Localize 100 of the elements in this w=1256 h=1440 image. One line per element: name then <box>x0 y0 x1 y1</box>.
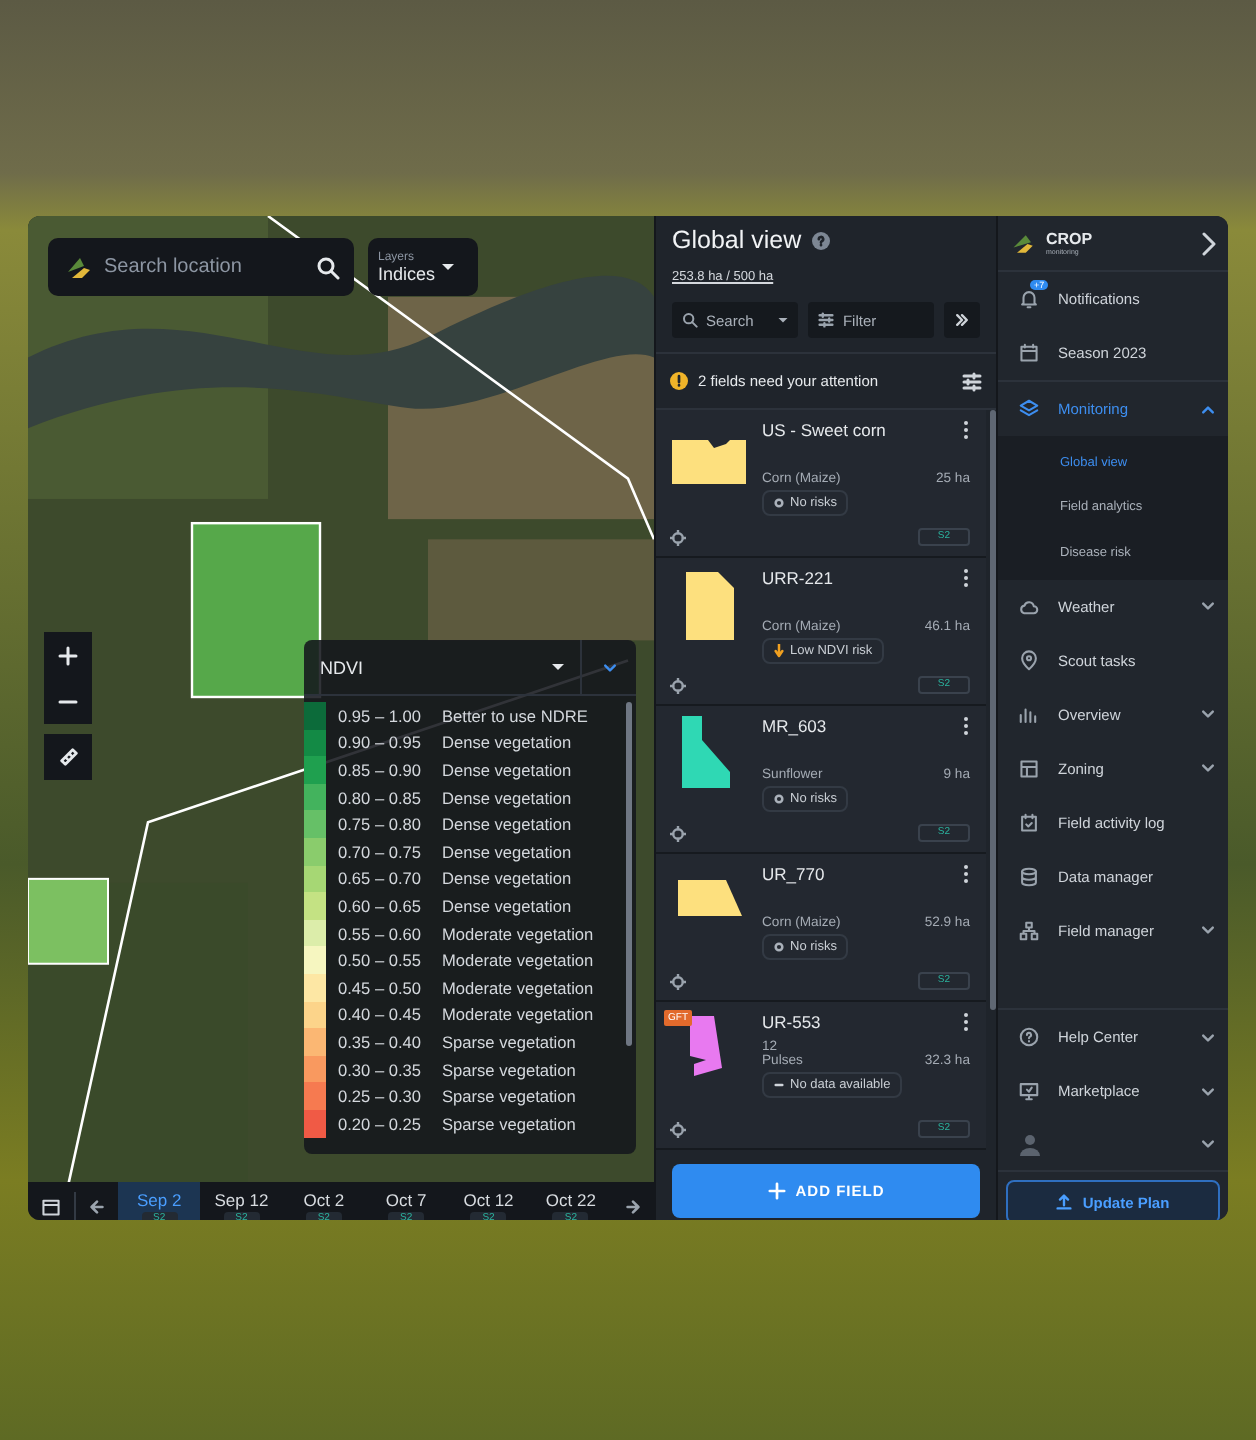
monitor-icon <box>1018 1080 1040 1102</box>
more-icon[interactable] <box>962 1012 970 1032</box>
caret-icon <box>441 263 454 271</box>
range-label: 0.60 – 0.65 <box>338 895 424 916</box>
logo-text: CROP <box>1046 231 1095 247</box>
crosshair-icon[interactable] <box>670 529 686 545</box>
chevron-right-icon[interactable] <box>1200 231 1216 255</box>
chevron-icon[interactable] <box>1200 706 1216 722</box>
warning-icon <box>670 372 688 390</box>
circle-icon <box>774 942 784 952</box>
range-label: 0.40 – 0.45 <box>338 1004 424 1025</box>
zoom-out-button[interactable] <box>44 678 92 724</box>
dash-icon <box>774 1080 784 1090</box>
calendar-check-icon <box>1018 811 1040 833</box>
range-label: 0.75 – 0.80 <box>338 814 424 835</box>
chevron-icon[interactable] <box>1200 1136 1216 1152</box>
class-label: Sparse vegetation <box>442 1113 576 1134</box>
collapse-button[interactable] <box>944 302 980 338</box>
class-label: Moderate vegetation <box>442 923 594 944</box>
range-label: 0.95 – 1.00 <box>338 705 424 726</box>
help-icon <box>1018 1026 1040 1048</box>
scrollbar[interactable] <box>990 410 996 1010</box>
database-icon <box>1018 865 1040 887</box>
class-label: Sparse vegetation <box>442 1086 576 1107</box>
bell-icon <box>1018 288 1040 310</box>
class-label: Dense vegetation <box>442 814 572 835</box>
class-label: Dense vegetation <box>442 841 572 862</box>
sliders-icon[interactable] <box>962 371 982 391</box>
arrow-left-icon <box>87 1198 106 1216</box>
double-chevron-icon <box>954 312 970 328</box>
chevron-icon[interactable] <box>1200 598 1216 614</box>
search-icon <box>682 312 698 328</box>
bar-chart-icon <box>1018 703 1040 725</box>
range-label: 0.30 – 0.35 <box>338 1059 424 1080</box>
class-label: Dense vegetation <box>442 895 572 916</box>
class-label: Moderate vegetation <box>442 950 594 971</box>
caret-icon <box>778 317 789 323</box>
calendar-icon <box>1018 342 1040 364</box>
range-label: 0.80 – 0.85 <box>338 787 424 808</box>
range-label: 0.55 – 0.60 <box>338 923 424 944</box>
caret-icon <box>552 663 564 671</box>
chevron-icon[interactable] <box>1200 1029 1216 1045</box>
class-label: Dense vegetation <box>442 868 572 889</box>
chevron-icon[interactable] <box>1200 1083 1216 1099</box>
avatar-icon[interactable] <box>1018 1132 1042 1156</box>
search-bar[interactable]: Search location <box>48 238 354 296</box>
circle-icon <box>774 794 784 804</box>
calendar-icon <box>40 1196 62 1218</box>
crosshair-icon[interactable] <box>670 677 686 693</box>
sliders-icon <box>818 312 835 328</box>
range-label: 0.50 – 0.55 <box>338 950 424 971</box>
hierarchy-icon <box>1018 919 1040 941</box>
field-name: UR-553 <box>762 1012 821 1032</box>
location-pin-icon <box>1018 649 1040 671</box>
help-icon[interactable] <box>811 231 830 249</box>
ruler-icon <box>57 746 79 768</box>
more-icon[interactable] <box>962 864 970 884</box>
crosshair-icon[interactable] <box>670 973 686 989</box>
field-name: UR_770 <box>762 864 825 884</box>
plus-icon <box>767 1182 786 1200</box>
class-label: Moderate vegetation <box>442 1004 594 1025</box>
range-label: 0.45 – 0.50 <box>338 977 424 998</box>
range-label: 0.85 – 0.90 <box>338 759 424 780</box>
crosshair-icon[interactable] <box>670 1121 686 1137</box>
chevron-icon[interactable] <box>601 659 617 675</box>
crosshair-icon[interactable] <box>670 825 686 841</box>
cloud-icon <box>1018 595 1040 617</box>
search-icon[interactable] <box>316 255 340 279</box>
layout-icon <box>1018 757 1040 779</box>
class-label: Dense vegetation <box>442 759 572 780</box>
ruler-button[interactable] <box>44 734 92 780</box>
arrow-down-icon <box>774 644 784 658</box>
more-icon[interactable] <box>962 716 970 736</box>
location-search-field[interactable]: Search location <box>104 256 306 278</box>
range-label: 0.65 – 0.70 <box>338 868 424 889</box>
range-label: 0.90 – 0.95 <box>338 732 424 753</box>
range-label: 0.25 – 0.30 <box>338 1086 424 1107</box>
upload-icon <box>1056 1194 1073 1210</box>
plus-icon <box>58 645 78 665</box>
chevron-icon[interactable] <box>1200 760 1216 776</box>
more-icon[interactable] <box>962 420 970 440</box>
scrollbar[interactable] <box>626 702 632 1046</box>
zoom-in-button[interactable] <box>44 632 92 678</box>
chevron-icon[interactable] <box>1200 922 1216 938</box>
class-label: Dense vegetation <box>442 787 572 808</box>
class-label: Better to use NDRE <box>442 705 588 726</box>
arrow-right-icon <box>624 1198 643 1216</box>
index-dropdown[interactable]: NDVI <box>304 640 580 694</box>
layers-icon <box>1018 398 1040 420</box>
circle-icon <box>774 498 784 508</box>
class-label: Sparse vegetation <box>442 1059 576 1080</box>
field-name: US - Sweet corn <box>762 420 886 440</box>
range-label: 0.35 – 0.40 <box>338 1031 424 1052</box>
field-name: MR_603 <box>762 716 827 736</box>
field-name: URR-221 <box>762 568 833 588</box>
range-label: 0.20 – 0.25 <box>338 1113 424 1134</box>
class-label: Dense vegetation <box>442 732 572 753</box>
range-label: 0.70 – 0.75 <box>338 841 424 862</box>
chevron-icon[interactable] <box>1200 401 1216 417</box>
more-icon[interactable] <box>962 568 970 588</box>
